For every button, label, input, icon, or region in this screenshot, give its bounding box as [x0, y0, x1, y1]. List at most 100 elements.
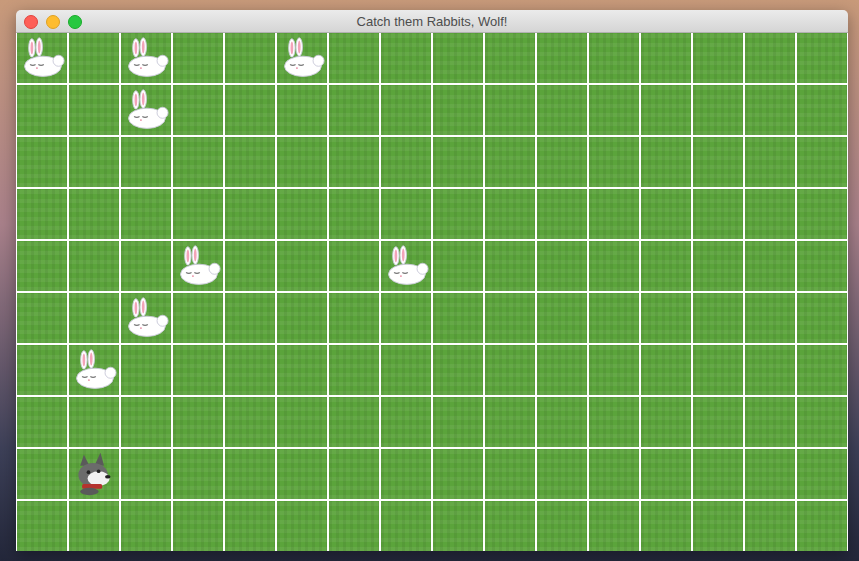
grass-cell[interactable] — [589, 33, 639, 83]
grass-cell[interactable] — [329, 345, 379, 395]
grass-cell[interactable] — [745, 85, 795, 135]
grass-cell[interactable] — [641, 137, 691, 187]
zoom-button[interactable] — [68, 15, 82, 29]
grass-cell[interactable] — [589, 85, 639, 135]
grass-cell[interactable] — [69, 85, 119, 135]
grass-cell[interactable] — [17, 293, 67, 343]
grass-cell[interactable] — [745, 241, 795, 291]
grass-cell[interactable] — [225, 85, 275, 135]
grass-cell[interactable] — [433, 137, 483, 187]
grass-cell[interactable] — [121, 33, 171, 83]
grass-cell[interactable] — [537, 85, 587, 135]
grass-cell[interactable] — [225, 345, 275, 395]
grass-cell[interactable] — [641, 293, 691, 343]
grass-cell[interactable] — [329, 241, 379, 291]
grass-cell[interactable] — [225, 241, 275, 291]
grass-cell[interactable] — [641, 241, 691, 291]
grass-cell[interactable] — [17, 33, 67, 83]
grass-cell[interactable] — [173, 397, 223, 447]
wolf-icon[interactable] — [71, 451, 117, 497]
grass-cell[interactable] — [537, 345, 587, 395]
grass-cell[interactable] — [17, 501, 67, 551]
grass-cell[interactable] — [17, 397, 67, 447]
grass-cell[interactable] — [537, 33, 587, 83]
grass-cell[interactable] — [329, 501, 379, 551]
rabbit-icon[interactable] — [123, 35, 169, 81]
grass-cell[interactable] — [69, 345, 119, 395]
grass-cell[interactable] — [381, 501, 431, 551]
grass-cell[interactable] — [745, 397, 795, 447]
grass-cell[interactable] — [433, 293, 483, 343]
grass-cell[interactable] — [329, 189, 379, 239]
grass-cell[interactable] — [433, 345, 483, 395]
grass-cell[interactable] — [121, 397, 171, 447]
grass-cell[interactable] — [589, 501, 639, 551]
grass-cell[interactable] — [693, 85, 743, 135]
grass-cell[interactable] — [329, 293, 379, 343]
grass-cell[interactable] — [121, 501, 171, 551]
grass-cell[interactable] — [173, 501, 223, 551]
grass-cell[interactable] — [589, 189, 639, 239]
grass-cell[interactable] — [693, 33, 743, 83]
grass-cell[interactable] — [173, 345, 223, 395]
grass-cell[interactable] — [641, 397, 691, 447]
minimize-button[interactable] — [46, 15, 60, 29]
grass-cell[interactable] — [589, 241, 639, 291]
grass-cell[interactable] — [693, 137, 743, 187]
grass-cell[interactable] — [537, 293, 587, 343]
grass-cell[interactable] — [537, 449, 587, 499]
grass-cell[interactable] — [693, 241, 743, 291]
grass-cell[interactable] — [641, 449, 691, 499]
grass-cell[interactable] — [69, 137, 119, 187]
grass-cell[interactable] — [381, 33, 431, 83]
grass-cell[interactable] — [277, 33, 327, 83]
grass-cell[interactable] — [381, 397, 431, 447]
grass-cell[interactable] — [485, 137, 535, 187]
grass-cell[interactable] — [693, 449, 743, 499]
grass-cell[interactable] — [173, 241, 223, 291]
grass-cell[interactable] — [173, 449, 223, 499]
grass-cell[interactable] — [173, 85, 223, 135]
grass-cell[interactable] — [173, 137, 223, 187]
grass-cell[interactable] — [589, 449, 639, 499]
grass-cell[interactable] — [173, 33, 223, 83]
close-button[interactable] — [24, 15, 38, 29]
grass-cell[interactable] — [17, 137, 67, 187]
grass-cell[interactable] — [121, 241, 171, 291]
grass-cell[interactable] — [277, 85, 327, 135]
grass-cell[interactable] — [693, 189, 743, 239]
grass-cell[interactable] — [537, 241, 587, 291]
grass-cell[interactable] — [69, 189, 119, 239]
grass-cell[interactable] — [17, 189, 67, 239]
grass-cell[interactable] — [277, 137, 327, 187]
grass-cell[interactable] — [589, 137, 639, 187]
grass-cell[interactable] — [745, 449, 795, 499]
grass-cell[interactable] — [121, 137, 171, 187]
grass-cell[interactable] — [173, 189, 223, 239]
grass-cell[interactable] — [641, 345, 691, 395]
rabbit-icon[interactable] — [71, 347, 117, 393]
grass-cell[interactable] — [17, 449, 67, 499]
grass-cell[interactable] — [485, 189, 535, 239]
grass-cell[interactable] — [277, 397, 327, 447]
grass-cell[interactable] — [329, 449, 379, 499]
grass-cell[interactable] — [277, 449, 327, 499]
grass-cell[interactable] — [433, 85, 483, 135]
grass-cell[interactable] — [433, 449, 483, 499]
grass-cell[interactable] — [745, 293, 795, 343]
grass-cell[interactable] — [381, 189, 431, 239]
grass-cell[interactable] — [485, 33, 535, 83]
grass-cell[interactable] — [173, 293, 223, 343]
grass-cell[interactable] — [797, 397, 847, 447]
grass-cell[interactable] — [641, 501, 691, 551]
rabbit-icon[interactable] — [123, 87, 169, 133]
grass-cell[interactable] — [381, 85, 431, 135]
grass-cell[interactable] — [797, 137, 847, 187]
grass-cell[interactable] — [797, 189, 847, 239]
grass-cell[interactable] — [17, 241, 67, 291]
grass-cell[interactable] — [277, 345, 327, 395]
grass-cell[interactable] — [745, 33, 795, 83]
grass-cell[interactable] — [589, 397, 639, 447]
grass-cell[interactable] — [121, 293, 171, 343]
grass-cell[interactable] — [329, 397, 379, 447]
